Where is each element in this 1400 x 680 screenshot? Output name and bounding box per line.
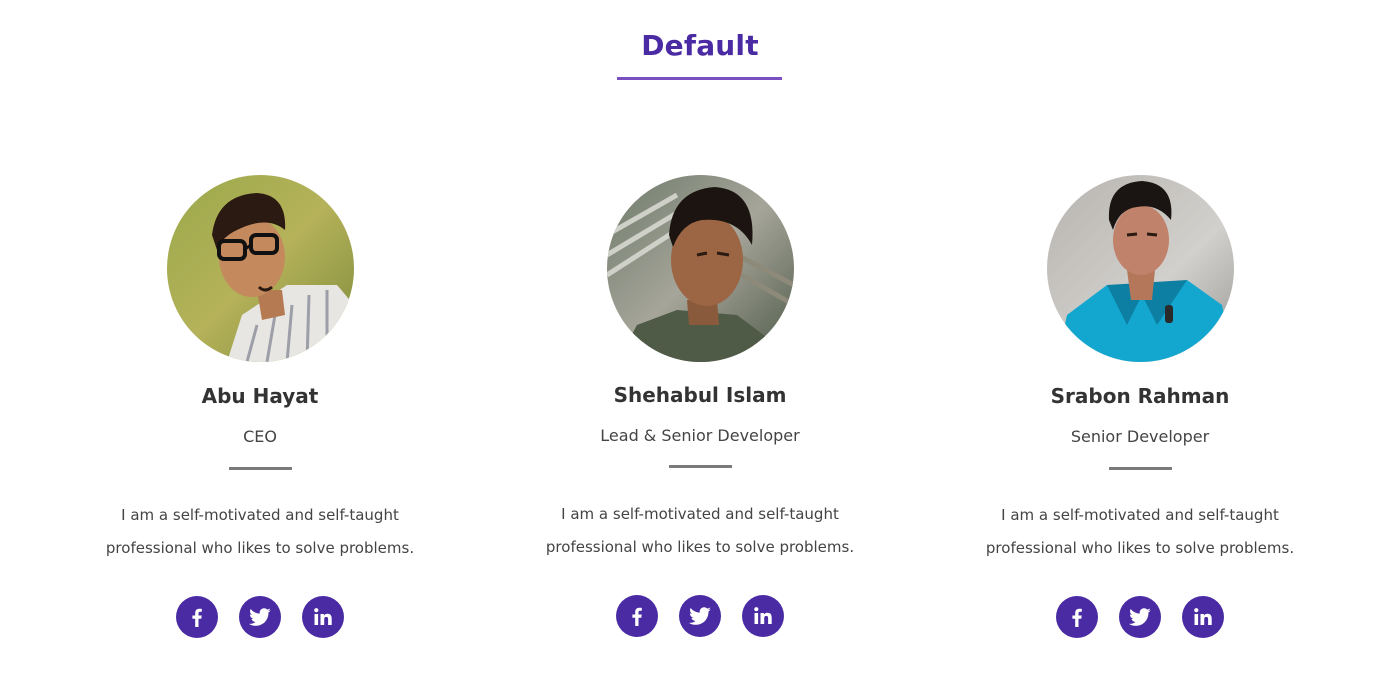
linkedin-link[interactable] — [742, 595, 784, 637]
avatar — [607, 175, 794, 362]
team-section: Default Abu Hayat CEO I am a self-motiva… — [0, 0, 1400, 680]
twitter-icon — [688, 607, 711, 625]
twitter-icon — [248, 608, 271, 626]
portrait-man-glasses-image — [167, 175, 354, 362]
linkedin-icon — [754, 607, 772, 624]
avatar — [167, 175, 354, 362]
twitter-link[interactable] — [239, 596, 281, 638]
section-title: Default — [641, 29, 759, 62]
portrait-man-blue-shirt-image — [1047, 175, 1234, 362]
team-card-shehabul-islam: Shehabul Islam Lead & Senior Developer I… — [520, 175, 880, 655]
twitter-link[interactable] — [1119, 596, 1161, 638]
member-name: Shehabul Islam — [613, 383, 787, 407]
team-card-srabon-rahman: Srabon Rahman Senior Developer I am a se… — [960, 175, 1320, 655]
twitter-icon — [1128, 608, 1151, 626]
member-name: Abu Hayat — [201, 384, 319, 408]
member-role: CEO — [243, 427, 277, 446]
facebook-link[interactable] — [616, 595, 658, 637]
member-bio: I am a self-motivated and self-taught pr… — [80, 499, 440, 565]
member-role: Lead & Senior Developer — [600, 426, 800, 445]
member-role: Senior Developer — [1070, 427, 1210, 446]
linkedin-link[interactable] — [302, 596, 344, 638]
facebook-icon — [1072, 608, 1082, 627]
facebook-link[interactable] — [176, 596, 218, 638]
social-links — [520, 595, 880, 639]
portrait-man-selfie-image — [607, 175, 794, 362]
social-links — [960, 596, 1320, 640]
linkedin-icon — [314, 608, 332, 625]
title-underline — [617, 77, 782, 80]
facebook-icon — [632, 607, 642, 626]
member-bio: I am a self-motivated and self-taught pr… — [520, 498, 880, 564]
name-divider — [1109, 467, 1172, 470]
linkedin-icon — [1194, 608, 1212, 625]
facebook-icon — [192, 608, 202, 627]
social-links — [80, 596, 440, 640]
bio-line: professional who likes to solve problems… — [105, 539, 415, 557]
bio-line: professional who likes to solve problems… — [985, 539, 1295, 557]
bio-line: I am a self-motivated and self-taught — [1001, 506, 1279, 524]
facebook-link[interactable] — [1056, 596, 1098, 638]
bio-line: I am a self-motivated and self-taught — [561, 505, 839, 523]
bio-line: I am a self-motivated and self-taught — [121, 506, 399, 524]
member-name: Srabon Rahman — [1050, 384, 1230, 408]
member-bio: I am a self-motivated and self-taught pr… — [960, 499, 1320, 565]
linkedin-link[interactable] — [1182, 596, 1224, 638]
bio-line: professional who likes to solve problems… — [545, 538, 855, 556]
twitter-link[interactable] — [679, 595, 721, 637]
team-card-abu-hayat: Abu Hayat CEO I am a self-motivated and … — [80, 175, 440, 655]
avatar — [1047, 175, 1234, 362]
name-divider — [229, 467, 292, 470]
name-divider — [669, 465, 732, 468]
